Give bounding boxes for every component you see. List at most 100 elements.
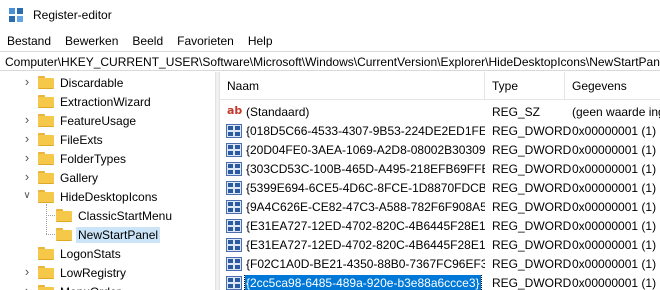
value-name-cell: {E31EA727-12ED-4702-820C-4B6445F28E1A} — [220, 218, 485, 234]
value-row[interactable]: {E31EA727-12ED-4702-820C-4B6445F28E1B} RE… — [220, 235, 660, 254]
value-name: {018D5C66-4533-4307-9B53-224DE2ED1FE6} — [246, 123, 485, 138]
value-row[interactable]: {303CD53C-100B-465D-A495-218EFB69FFB1} RE… — [220, 159, 660, 178]
value-name: {9A4C626E-CE82-47C3-A588-782F6F908A5B} — [246, 199, 485, 214]
address-path[interactable]: Computer\HKEY_CURRENT_USER\Software\Micr… — [5, 55, 660, 69]
tree-item-label: ExtractionWizard — [60, 94, 151, 109]
value-row[interactable]: {F02C1A0D-BE21-4350-88B0-7367FC96EF3C} RE… — [220, 254, 660, 273]
value-data: 0x00000001 (1) — [572, 218, 657, 233]
dword-value-icon — [226, 256, 242, 271]
tree-item-label: Discardable — [60, 75, 124, 90]
value-data: 0x00000001 (1) — [572, 142, 657, 157]
folder-icon — [38, 171, 54, 184]
value-name-cell: {2cc5ca98-6485-489a-920e-b3e88a6ccce3} — [220, 274, 485, 290]
folder-icon — [38, 247, 54, 260]
value-name: {F02C1A0D-BE21-4350-88B0-7367FC96EF3C} — [246, 256, 485, 271]
column-header-data[interactable]: Gegevens — [565, 72, 660, 100]
value-type: REG_DWORD — [492, 275, 572, 290]
tree-item[interactable]: LogonStats — [38, 244, 123, 263]
chevron-right-icon[interactable]: › — [22, 170, 32, 183]
value-type: REG_DWORD — [492, 161, 572, 176]
dword-value-icon — [226, 199, 242, 214]
list-header: Naam Type Gegevens — [220, 72, 660, 100]
value-name-cell: {F02C1A0D-BE21-4350-88B0-7367FC96EF3C} — [220, 256, 485, 272]
folder-icon — [38, 152, 54, 165]
dword-value-icon — [226, 237, 242, 252]
folder-icon — [38, 133, 54, 146]
chevron-right-icon[interactable]: › — [22, 113, 32, 126]
tree-item[interactable]: HideDesktopIcons — [38, 187, 159, 206]
registry-editor-icon — [9, 8, 23, 22]
dword-value-icon — [226, 142, 242, 157]
string-value-icon: ab — [227, 103, 243, 117]
folder-icon — [56, 228, 72, 241]
value-data: 0x00000001 (1) — [572, 199, 657, 214]
chevron-right-icon[interactable]: › — [22, 151, 32, 164]
menu-help[interactable]: Help — [241, 31, 280, 51]
menu-favorieten[interactable]: Favorieten — [170, 31, 241, 51]
tree-item[interactable]: FileExts — [38, 130, 105, 149]
folder-icon — [38, 76, 54, 89]
tree-item-label: Gallery — [60, 170, 99, 185]
value-name-cell: {E31EA727-12ED-4702-820C-4B6445F28E1B} — [220, 237, 485, 253]
chevron-right-icon[interactable]: › — [22, 265, 32, 278]
tree-item-label: LowRegistry — [60, 265, 127, 280]
column-header-type[interactable]: Type — [485, 72, 565, 100]
menu-bewerken[interactable]: Bewerken — [58, 31, 125, 51]
value-type: REG_DWORD — [492, 237, 572, 252]
registry-values-list[interactable]: Naam Type Gegevens ab (Standaard) REG_SZ (g… — [220, 72, 660, 290]
value-name: {E31EA727-12ED-4702-820C-4B6445F28E1A} — [246, 218, 485, 233]
menu-bestand[interactable]: Bestand — [0, 31, 58, 51]
value-type: REG_DWORD — [492, 142, 572, 157]
value-row[interactable]: {E31EA727-12ED-4702-820C-4B6445F28E1A} RE… — [220, 216, 660, 235]
chevron-down-icon[interactable]: ∨ — [22, 191, 32, 201]
value-name: {2cc5ca98-6485-489a-920e-b3e88a6ccce3} — [244, 274, 482, 290]
tree-item[interactable]: FeatureUsage — [38, 111, 138, 130]
tree-connector-line — [46, 204, 47, 234]
tree-item[interactable]: NewStartPanel — [56, 225, 161, 244]
tree-item-label: FolderTypes — [60, 151, 127, 166]
tree-item[interactable]: Gallery — [38, 168, 100, 187]
value-row[interactable]: {018D5C66-4533-4307-9B53-224DE2ED1FE6} RE… — [220, 121, 660, 140]
dword-value-icon — [226, 123, 242, 138]
value-row[interactable]: ab(Standaard) REG_SZ (geen waarde ingestel… — [220, 102, 660, 121]
chevron-right-icon[interactable]: › — [22, 75, 32, 88]
tree-item[interactable]: MenuOrder — [38, 282, 123, 290]
value-name-cell: {018D5C66-4533-4307-9B53-224DE2ED1FE6} — [220, 123, 485, 139]
dword-value-icon — [226, 275, 242, 290]
tree-item[interactable]: ExtractionWizard — [38, 92, 153, 111]
value-data: 0x00000001 (1) — [572, 180, 657, 195]
dword-value-icon — [226, 218, 242, 233]
value-data: (geen waarde ingesteld) — [572, 104, 660, 119]
tree-item-label: NewStartPanel — [76, 226, 161, 243]
value-name: {5399E694-6CE5-4D6C-8FCE-1D8870FDCBA0} — [246, 180, 485, 195]
menu-bar: Bestand Bewerken Beeld Favorieten Help — [0, 31, 660, 51]
dword-value-icon — [226, 180, 242, 195]
tree-item[interactable]: FolderTypes — [38, 149, 128, 168]
value-row[interactable]: {20D04FE0-3AEA-1069-A2D8-08002B30309D} RE… — [220, 140, 660, 159]
tree-item-label: ClassicStartMenu — [78, 208, 173, 223]
value-row[interactable]: {9A4C626E-CE82-47C3-A588-782F6F908A5B} RE… — [220, 197, 660, 216]
value-data: 0x00000001 (1) — [572, 123, 657, 138]
title-bar: Register-editor — [0, 0, 660, 31]
value-name: {20D04FE0-3AEA-1069-A2D8-08002B30309D} — [246, 142, 485, 157]
menu-beeld[interactable]: Beeld — [125, 31, 170, 51]
value-row[interactable]: {5399E694-6CE5-4D6C-8FCE-1D8870FDCBA0} RE… — [220, 178, 660, 197]
column-header-name[interactable]: Naam — [220, 72, 485, 100]
tree-item-label: FeatureUsage — [60, 113, 137, 128]
value-type: REG_SZ — [492, 104, 541, 119]
tree-item[interactable]: ClassicStartMenu — [56, 206, 174, 225]
value-name-cell: {20D04FE0-3AEA-1069-A2D8-08002B30309D} — [220, 142, 485, 158]
chevron-right-icon[interactable]: › — [22, 284, 32, 290]
chevron-right-icon[interactable]: › — [22, 132, 32, 145]
tree-item[interactable]: LowRegistry — [38, 263, 128, 282]
registry-key-tree[interactable]: › Discardable ExtractionWizard › FeatureUsag… — [0, 72, 215, 290]
tree-item[interactable]: Discardable — [38, 73, 125, 92]
value-name: {303CD53C-100B-465D-A495-218EFB69FFB1} — [246, 161, 485, 176]
window-title: Register-editor — [33, 8, 112, 22]
tree-connector-line — [46, 234, 55, 235]
value-name-cell: ab (Standaard) — [220, 104, 485, 120]
value-data: 0x00000001 (1) — [572, 275, 657, 290]
value-row[interactable]: {2cc5ca98-6485-489a-920e-b3e88a6ccce3} RE… — [220, 273, 660, 290]
value-name-cell: {5399E694-6CE5-4D6C-8FCE-1D8870FDCBA0} — [220, 180, 485, 196]
address-bar[interactable]: Computer\HKEY_CURRENT_USER\Software\Micr… — [0, 51, 660, 71]
